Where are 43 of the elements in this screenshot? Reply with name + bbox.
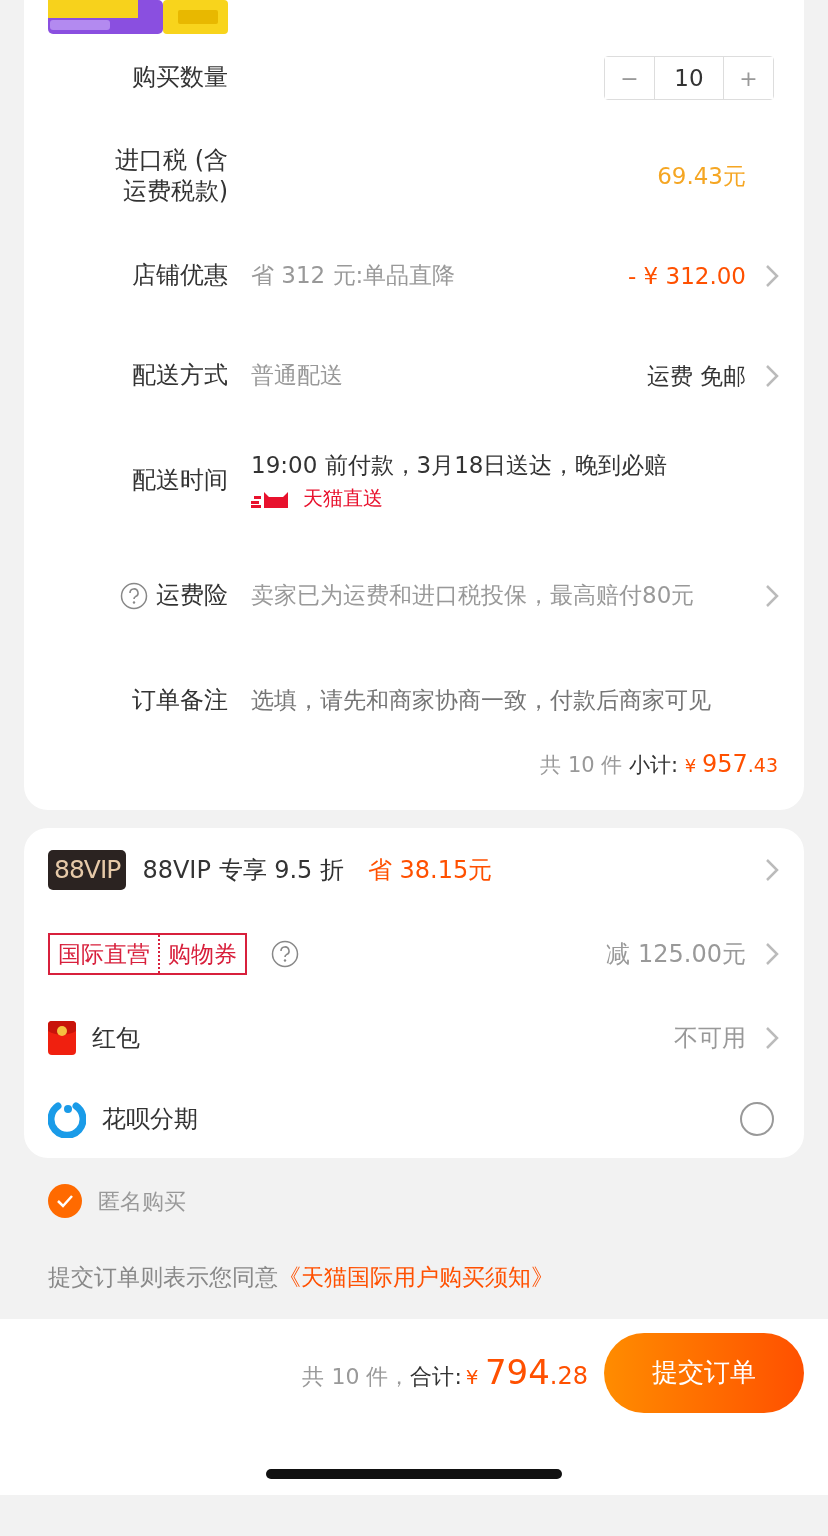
check-icon <box>56 1194 74 1208</box>
chevron-icon <box>764 1025 780 1051</box>
row-label: 购买数量 <box>131 62 228 94</box>
row-value: - ¥ 312.00 <box>627 261 746 291</box>
total-price: ¥ 794.28 <box>465 1351 588 1394</box>
chevron-icon <box>764 857 780 883</box>
row-label: 红包 <box>92 1023 140 1054</box>
help-icon[interactable] <box>271 940 299 968</box>
row-label: 配送方式 <box>131 360 228 392</box>
help-icon[interactable] <box>120 582 148 610</box>
chevron-icon <box>764 941 780 967</box>
delivery-time: 19:00 前付款，3月18日送达，晚到必赔 <box>251 450 669 480</box>
saving-text: 省 38.15元 <box>367 855 493 886</box>
row-label: 订单备注 <box>131 685 228 717</box>
row-label: 店铺优惠 <box>131 260 228 292</box>
anonymous-label: 匿名购买 <box>98 1187 186 1216</box>
subtotal-price: ¥ 957.43 <box>684 753 778 777</box>
checkbox[interactable] <box>48 1184 82 1218</box>
row-label: 配送时间 <box>131 465 228 497</box>
coupon-value: 减 125.00元 <box>606 939 746 970</box>
row-label: 进口税 (含运费税款) <box>114 144 228 207</box>
row-value: 不可用 <box>674 1023 746 1054</box>
submit-button[interactable]: 提交订单 <box>604 1332 804 1413</box>
total-label: 合计: <box>410 1363 462 1391</box>
insurance-text: 卖家已为运费和进口税投保，最高赔付80元 <box>251 581 696 611</box>
vip-badge: 88VIP <box>48 850 127 890</box>
envelope-icon <box>48 1021 76 1055</box>
item-count: 共 10 件， <box>302 1363 411 1391</box>
row-label: 运费险 <box>156 580 228 612</box>
row-value: 运费 免邮 <box>646 361 746 391</box>
row-detail: 省 312 元:单品直降 <box>251 261 457 291</box>
item-count: 共 10 件 <box>540 753 623 777</box>
agreement-text: 提交订单则表示您同意《天猫国际用户购买须知》 <box>48 1263 555 1292</box>
vip-label: 88VIP 专享 9.5 折 <box>142 855 344 886</box>
coupon-tag: 国际直营 购物券 <box>48 932 247 976</box>
row-value: 69.43元 <box>657 161 746 191</box>
subtotal-label: 小计: <box>629 753 679 777</box>
row-detail: 普通配送 <box>251 361 344 391</box>
radio-button[interactable] <box>740 1102 774 1136</box>
service-label: 天猫直送 <box>303 485 383 512</box>
row-label: 花呗分期 <box>102 1104 198 1135</box>
agreement-link[interactable]: 《天猫国际用户购买须知》 <box>278 1264 554 1290</box>
huabei-icon <box>48 1100 86 1138</box>
